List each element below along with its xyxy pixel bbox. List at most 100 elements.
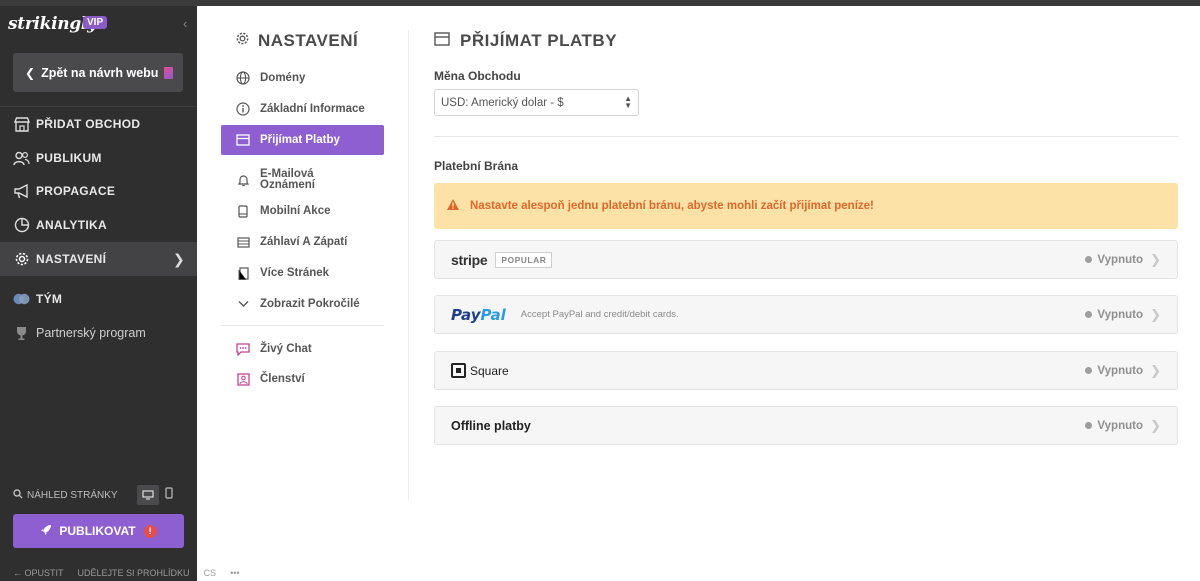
section-divider bbox=[434, 136, 1178, 137]
sidebar-item-label: TÝM bbox=[36, 292, 63, 306]
language-link[interactable]: CS bbox=[204, 568, 217, 578]
currency-value: USD: Americký dolar - $ bbox=[441, 96, 564, 109]
status-badge: Vypnuto bbox=[1085, 309, 1143, 321]
collapse-sidebar-icon[interactable]: ‹ bbox=[183, 16, 187, 31]
status-badge: Vypnuto bbox=[1085, 365, 1143, 377]
paypal-logo: PayPal bbox=[451, 305, 506, 324]
payment-card-icon bbox=[235, 134, 251, 146]
sidebar-item-settings[interactable]: NASTAVENÍ ❯ bbox=[0, 242, 197, 276]
payment-card-icon bbox=[434, 31, 450, 51]
megaphone-icon bbox=[13, 183, 30, 200]
publish-button[interactable]: PUBLIKOVAT ! bbox=[13, 514, 184, 548]
settings-item-live-chat[interactable]: Živý Chat bbox=[221, 334, 384, 364]
sidebar-item-audience[interactable]: PUBLIKUM bbox=[0, 141, 197, 175]
gateway-row-paypal[interactable]: PayPal Accept PayPal and credit/debit ca… bbox=[434, 295, 1178, 334]
settings-nav-divider bbox=[221, 325, 384, 326]
team-icon bbox=[13, 291, 30, 308]
pages-icon bbox=[235, 266, 251, 280]
exit-link[interactable]: ← OPUSTIT bbox=[13, 568, 64, 578]
editor-sidebar: strikingly VIP ‹ ❮ Zpět na návrh webu PŘ… bbox=[0, 6, 240, 581]
status-badge: Vypnuto bbox=[1085, 254, 1143, 266]
chevron-left-icon: ❮ bbox=[25, 65, 36, 80]
gateway-row-stripe[interactable]: stripe POPULAR Vypnuto ❯ bbox=[434, 240, 1178, 279]
stripe-logo: stripe bbox=[451, 251, 488, 268]
select-arrows-icon: ▲ ▼ bbox=[624, 94, 632, 110]
trophy-icon bbox=[13, 325, 30, 342]
settings-navigation: NASTAVENÍ Domény Základní Informace Přij… bbox=[221, 6, 386, 581]
chevron-right-icon: ❯ bbox=[1150, 306, 1161, 322]
currency-label: Měna Obchodu bbox=[434, 69, 521, 83]
settings-item-membership[interactable]: Členství bbox=[221, 364, 384, 394]
offline-payments-label: Offline platby bbox=[451, 418, 531, 433]
sidebar-item-team[interactable]: TÝM bbox=[0, 282, 197, 316]
preview-label[interactable]: NÁHLED STRÁNKY bbox=[27, 490, 118, 501]
settings-item-domains[interactable]: Domény bbox=[221, 63, 384, 93]
square-logo-icon bbox=[451, 363, 466, 378]
status-dot-icon bbox=[1085, 311, 1093, 318]
gateway-row-square[interactable]: Square Vypnuto ❯ bbox=[434, 351, 1178, 390]
chevron-right-icon: ❯ bbox=[1150, 251, 1161, 267]
sidebar-item-label: NASTAVENÍ bbox=[36, 252, 107, 266]
sidebar-item-analytics[interactable]: ANALYTIKA bbox=[0, 208, 197, 242]
chevron-down-icon bbox=[235, 300, 251, 308]
back-to-design-label: Zpět na návrh webu bbox=[41, 65, 159, 80]
gear-icon bbox=[13, 251, 30, 268]
gateway-label: Platební Brána bbox=[434, 159, 519, 173]
header-footer-icon bbox=[235, 236, 251, 248]
sidebar-item-label: PROPAGACE bbox=[36, 184, 116, 198]
settings-item-header-footer[interactable]: Záhlaví A Zápatí bbox=[221, 227, 384, 257]
publish-label: PUBLIKOVAT bbox=[59, 524, 136, 538]
column-divider bbox=[408, 30, 409, 500]
users-icon bbox=[13, 150, 30, 167]
globe-icon bbox=[235, 71, 251, 85]
tour-link[interactable]: UDĚLEJTE SI PROHLÍDKU bbox=[78, 568, 190, 578]
status-dot-icon bbox=[1085, 256, 1093, 263]
store-icon bbox=[13, 116, 30, 133]
sidebar-item-label: Partnerský program bbox=[36, 326, 146, 340]
settings-item-email-notifications[interactable]: E-Mailová Oznámení bbox=[221, 162, 384, 198]
sidebar-item-add-store[interactable]: PŘIDAT OBCHOD bbox=[0, 107, 197, 141]
sidebar-item-label: PUBLIKUM bbox=[36, 151, 102, 165]
settings-item-mobile-actions[interactable]: Mobilní Akce bbox=[221, 196, 384, 226]
warning-icon bbox=[446, 198, 460, 214]
square-logo: Square bbox=[451, 363, 509, 378]
page-title: PŘIJÍMAT PLATBY bbox=[434, 31, 617, 51]
mobile-icon bbox=[235, 204, 251, 218]
site-thumbnail-icon bbox=[164, 66, 174, 79]
status-dot-icon bbox=[1085, 422, 1093, 429]
sidebar-item-promotion[interactable]: PROPAGACE bbox=[0, 174, 197, 208]
rocket-icon bbox=[40, 524, 52, 539]
chevron-right-icon: ❯ bbox=[172, 250, 185, 267]
sidebar-item-partner-program[interactable]: Partnerský program bbox=[0, 316, 197, 350]
site-preview-control: NÁHLED STRÁNKY bbox=[13, 485, 173, 505]
status-badge: Vypnuto bbox=[1085, 420, 1143, 432]
sidebar-footer: ← OPUSTIT UDĚLEJTE SI PROHLÍDKU CS ••• bbox=[13, 568, 240, 578]
settings-item-accept-payments[interactable]: Přijímat Platby bbox=[221, 125, 384, 155]
settings-item-basic-info[interactable]: Základní Informace bbox=[221, 94, 384, 124]
chevron-right-icon: ❯ bbox=[1150, 362, 1161, 378]
membership-icon bbox=[235, 372, 251, 386]
currency-select[interactable]: USD: Americký dolar - $ ▲ ▼ bbox=[434, 89, 639, 116]
gear-icon bbox=[235, 31, 250, 51]
chevron-right-icon: ❯ bbox=[1150, 417, 1161, 433]
settings-item-multiple-pages[interactable]: Více Stránek bbox=[221, 258, 384, 288]
mobile-preview-icon[interactable] bbox=[165, 487, 173, 502]
vip-badge: VIP bbox=[83, 16, 108, 29]
alert-text: Nastavte alespoň jednu platební bránu, a… bbox=[470, 200, 874, 212]
gateway-description: Accept PayPal and credit/debit cards. bbox=[520, 309, 679, 320]
info-icon bbox=[235, 102, 251, 116]
gateway-row-offline[interactable]: Offline platby Vypnuto ❯ bbox=[434, 406, 1178, 445]
chat-icon bbox=[235, 342, 251, 356]
sidebar-item-label: PŘIDAT OBCHOD bbox=[36, 117, 141, 131]
sidebar-item-label: ANALYTIKA bbox=[36, 218, 107, 232]
status-dot-icon bbox=[1085, 367, 1093, 374]
search-icon bbox=[13, 489, 23, 502]
popular-badge: POPULAR bbox=[495, 251, 553, 268]
desktop-preview-icon[interactable] bbox=[137, 485, 159, 505]
settings-item-show-advanced[interactable]: Zobrazit Pokročilé bbox=[221, 289, 384, 319]
gateway-warning-alert: Nastavte alespoň jednu platební bránu, a… bbox=[434, 183, 1178, 229]
chart-icon bbox=[13, 217, 30, 234]
back-to-design-button[interactable]: ❮ Zpět na návrh webu bbox=[13, 53, 183, 92]
settings-title: NASTAVENÍ bbox=[235, 31, 358, 51]
bell-icon bbox=[235, 174, 251, 187]
